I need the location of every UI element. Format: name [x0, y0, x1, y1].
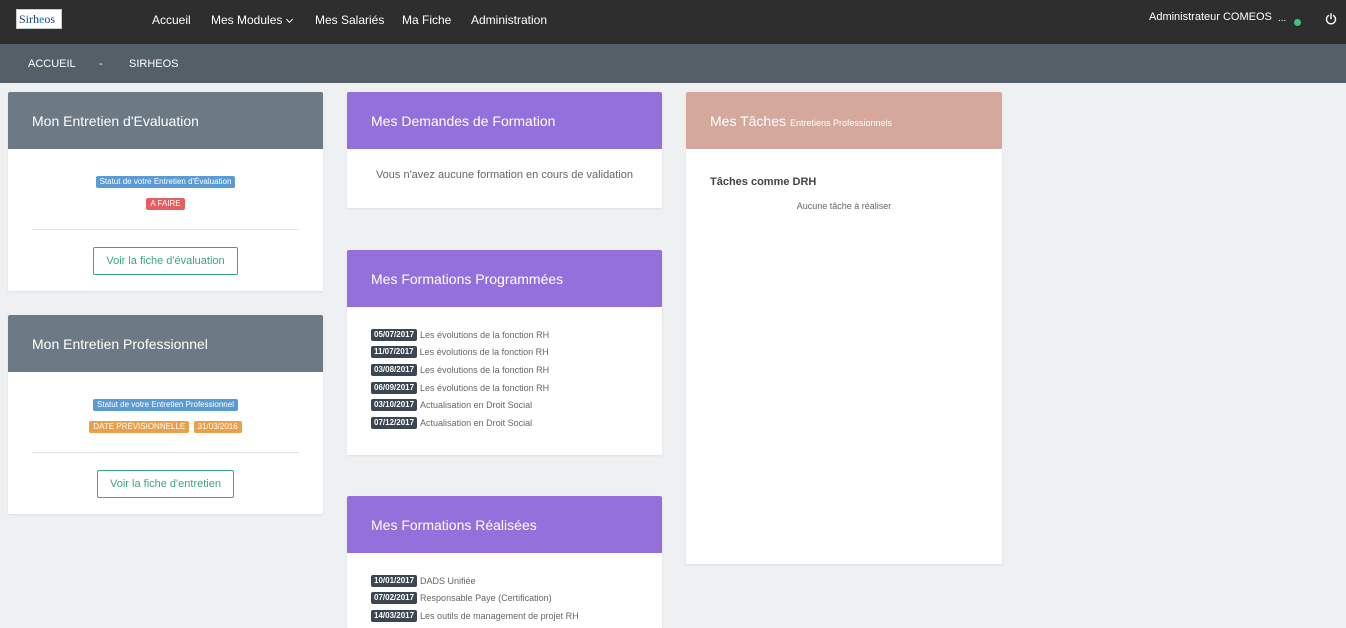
formation-label: Les outils de management de projet RH: [420, 610, 579, 621]
taches-title: Mes Tâches: [710, 112, 786, 129]
list-item[interactable]: 14/03/2017 Les outils de management de pr…: [371, 607, 662, 625]
list-item[interactable]: 10/01/2017 DADS Unifiée: [371, 572, 662, 590]
pro-card-title: Mon Entretien Professionnel: [8, 315, 323, 372]
date-badge: 06/09/2017: [371, 381, 418, 394]
pro-status-label: Statut de votre Entretien Professionnel: [93, 399, 238, 411]
date-badge: 14/03/2017: [371, 609, 418, 622]
taches-card-title: Mes Tâches Entretiens Professionnels: [686, 92, 1002, 149]
breadcrumb-sirheos: SIRHEOS: [129, 58, 179, 70]
realisees-card: Mes Formations Réalisées 10/01/2017 DADS …: [347, 496, 662, 628]
formation-label: Responsable Paye (Certification): [420, 593, 552, 604]
nav-administration-label: Administration: [471, 13, 548, 27]
sirheos-logo[interactable]: Sirheos: [16, 9, 62, 29]
breadcrumb-separator: -: [99, 58, 103, 70]
pro-card: Mon Entretien Professionnel Statut de vo…: [8, 315, 323, 514]
view-pro-sheet-button[interactable]: Voir la fiche d'entretien: [97, 470, 234, 498]
nav-mes-salaries[interactable]: Mes Salariés: [315, 13, 384, 27]
nav-mes-modules-label: Mes Modules: [211, 13, 283, 27]
eval-card-title: Mon Entretien d'Evaluation: [8, 92, 323, 149]
nav-ma-fiche-label: Ma Fiche: [402, 13, 452, 27]
nav-ma-fiche[interactable]: Ma Fiche: [402, 13, 451, 27]
programmees-card: Mes Formations Programmées 05/07/2017 Les…: [347, 250, 662, 455]
user-menu-more[interactable]: ...: [1278, 13, 1286, 24]
eval-card: Mon Entretien d'Evaluation Statut de vot…: [8, 92, 323, 291]
view-eval-sheet-button[interactable]: Voir la fiche d'évaluation: [93, 247, 238, 275]
formation-label: Les évolutions de la fonction RH: [420, 382, 550, 393]
list-item[interactable]: 05/07/2017 Les évolutions de la fonction …: [371, 326, 662, 344]
nav-mes-modules[interactable]: Mes Modules: [211, 13, 294, 27]
list-item[interactable]: 07/02/2017 Responsable Paye (Certificatio…: [371, 590, 662, 608]
nav-accueil[interactable]: Accueil: [152, 13, 191, 27]
formation-label: Les évolutions de la fonction RH: [420, 364, 550, 375]
eval-status-label: Statut de votre Entretien d'Évaluation: [95, 176, 236, 188]
power-icon[interactable]: [1325, 13, 1337, 25]
demandes-card: Mes Demandes de Formation Vous n'avez au…: [347, 92, 662, 208]
date-badge: 07/02/2017: [371, 592, 418, 605]
chevron-down-icon: [286, 15, 294, 24]
nav-accueil-label: Accueil: [152, 13, 191, 27]
online-status-indicator: [1294, 19, 1301, 26]
nav-administration[interactable]: Administration: [471, 13, 547, 27]
taches-section-title: Tâches comme DRH: [710, 176, 817, 188]
date-badge: 03/08/2017: [371, 363, 418, 376]
breadcrumb-accueil[interactable]: ACCUEIL: [28, 58, 76, 70]
formation-label: Les évolutions de la fonction RH: [419, 347, 549, 358]
date-badge: 07/12/2017: [371, 416, 418, 429]
date-badge: 10/01/2017: [371, 574, 418, 587]
formation-label: Les évolutions de la fonction RH: [420, 329, 550, 340]
taches-card: Mes Tâches Entretiens Professionnels Tâc…: [686, 92, 1002, 564]
taches-subtitle: Entretiens Professionnels: [790, 117, 893, 128]
top-navbar: Sirheos Accueil Mes Modules Mes Salariés…: [0, 0, 1346, 44]
user-name[interactable]: Administrateur COMEOS: [1149, 11, 1272, 23]
taches-empty-message: Aucune tâche à réaliser: [796, 201, 892, 211]
realisees-list: 10/01/2017 DADS Unifiée 07/02/2017 Respons…: [347, 572, 662, 625]
pro-status-date: 31/03/2016: [193, 421, 242, 433]
formation-label: Actualisation en Droit Social: [420, 417, 533, 428]
programmees-list: 05/07/2017 Les évolutions de la fonction …: [347, 326, 662, 432]
date-badge: 03/10/2017: [371, 399, 418, 412]
programmees-card-title: Mes Formations Programmées: [347, 250, 662, 307]
date-badge: 05/07/2017: [371, 328, 418, 341]
demandes-card-title: Mes Demandes de Formation: [347, 92, 662, 149]
divider: [32, 452, 299, 453]
pro-status-badge: DATE PRÉVISIONNELLE: [89, 421, 190, 433]
breadcrumb: ACCUEIL - SIRHEOS: [0, 44, 1346, 83]
list-item[interactable]: 03/08/2017 Les évolutions de la fonction …: [371, 361, 662, 379]
list-item[interactable]: 07/12/2017 Actualisation en Droit Social: [371, 414, 662, 432]
formation-label: DADS Unifiée: [420, 575, 476, 586]
list-item[interactable]: 03/10/2017 Actualisation en Droit Social: [371, 396, 662, 414]
eval-status-badge: A FAIRE: [146, 198, 185, 210]
list-item[interactable]: 11/07/2017 Les évolutions de la fonction …: [371, 344, 662, 362]
divider: [32, 229, 299, 230]
realisees-card-title: Mes Formations Réalisées: [347, 496, 662, 553]
demandes-empty-message: Vous n'avez aucune formation en cours de…: [375, 169, 634, 181]
date-badge: 11/07/2017: [371, 346, 417, 359]
formation-label: Actualisation en Droit Social: [420, 400, 533, 411]
nav-mes-salaries-label: Mes Salariés: [315, 13, 385, 27]
list-item[interactable]: 06/09/2017 Les évolutions de la fonction …: [371, 379, 662, 397]
